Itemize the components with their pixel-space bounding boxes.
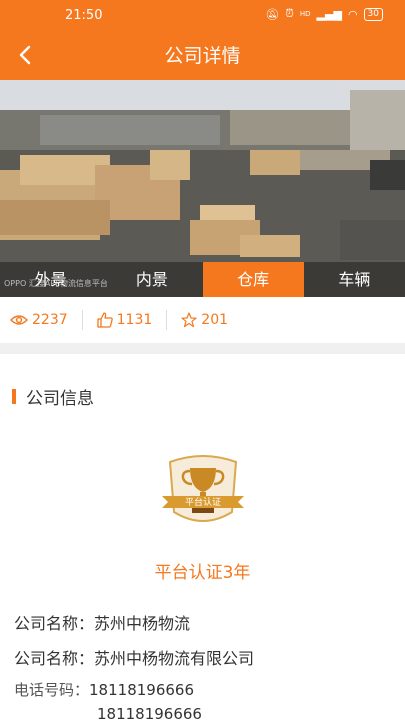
company-name-value: 苏州中杨物流	[94, 614, 191, 633]
phone-number[interactable]: 18118196666	[97, 705, 202, 723]
tab-warehouse[interactable]: 仓库	[202, 262, 304, 297]
tab-interior[interactable]: 内景	[101, 262, 202, 297]
thumbs-up-icon	[96, 312, 113, 328]
status-icons: 🔕︎ ⏰︎ HD ▂▄▆ ◠ 30	[265, 7, 383, 21]
phone-row-2: 18118196666	[97, 704, 202, 723]
certification-years: 平台认证3年	[154, 563, 251, 583]
phone-number[interactable]: 18118196666	[89, 681, 194, 699]
section-separator	[0, 343, 405, 354]
badge-text: 平台认证	[185, 496, 221, 508]
likes-count: 1131	[116, 312, 153, 328]
likes-stat[interactable]: 1131	[96, 312, 153, 328]
signal-label: HD	[299, 10, 311, 18]
favorites-stat[interactable]: 201	[181, 312, 228, 328]
trophy-icon: 平台认证	[162, 455, 244, 522]
accent-bar	[12, 389, 16, 404]
views-stat: 2237	[10, 312, 68, 328]
company-full-name-value: 苏州中杨物流有限公司	[94, 649, 255, 668]
battery-icon: 30	[363, 7, 383, 21]
wifi-icon: ◠	[347, 7, 358, 21]
company-full-name-row: 公司名称：苏州中杨物流有限公司	[14, 645, 254, 669]
tab-vehicles[interactable]: 车辆	[304, 262, 405, 297]
alarm-icon: ⏰︎	[285, 7, 294, 20]
eye-icon	[10, 315, 28, 325]
phone-label: 电话号码：	[14, 681, 90, 699]
phone-row: 电话号码：18118196666	[14, 679, 194, 700]
company-full-name-label: 公司名称：	[14, 649, 95, 668]
favorites-count: 201	[201, 312, 229, 328]
views-count: 2237	[32, 312, 68, 328]
nav-bar: 公司详情	[0, 30, 405, 80]
stats-row: 2237 1131 201	[0, 297, 405, 343]
status-time: 21:50	[65, 8, 103, 23]
star-icon	[181, 312, 197, 328]
signal-icon: ▂▄▆	[316, 7, 342, 21]
certification-badge: 平台认证	[158, 454, 248, 534]
section-title: 公司信息	[26, 389, 94, 409]
company-name-row: 公司名称：苏州中杨物流	[14, 610, 190, 634]
company-name-label: 公司名称：	[14, 614, 95, 633]
section-header: 公司信息	[12, 384, 94, 409]
mute-icon: 🔕︎	[265, 7, 280, 21]
divider	[166, 310, 168, 330]
photo-watermark: OPPO 汇搜APP物流信息平台	[4, 279, 108, 288]
divider	[81, 310, 83, 330]
status-bar: 21:50 🔕︎ ⏰︎ HD ▂▄▆ ◠ 30	[0, 0, 405, 30]
page-title: 公司详情	[164, 45, 241, 67]
